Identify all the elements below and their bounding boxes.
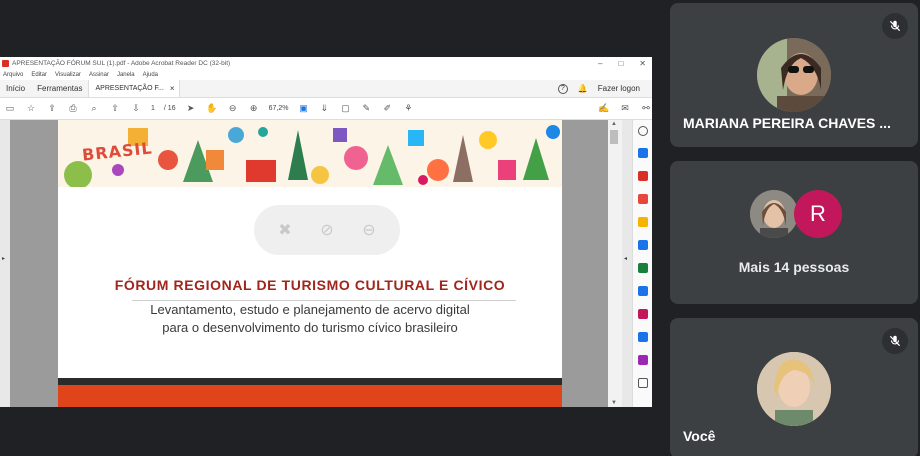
comment-icon[interactable]: ▢ — [339, 103, 351, 115]
tab-tools[interactable]: Ferramentas — [31, 80, 88, 97]
minimize-icon[interactable]: – — [598, 59, 602, 68]
select-cursor-icon[interactable]: ➤ — [185, 103, 197, 115]
mic-off-icon — [889, 335, 901, 347]
mic-off-indicator — [882, 328, 908, 354]
participant-name: Você — [683, 428, 716, 444]
menu-janela[interactable]: Janela — [117, 72, 135, 78]
help-icon[interactable]: ? — [557, 83, 568, 94]
menu-ajuda[interactable]: Ajuda — [143, 72, 158, 78]
menu-assinar[interactable]: Assinar — [89, 72, 109, 78]
mute-presenter-icon[interactable]: ⊘ — [320, 220, 333, 240]
hand-tool-icon[interactable]: ✋ — [206, 103, 218, 115]
login-link[interactable]: Fazer logon — [598, 84, 640, 93]
previous-page-icon[interactable]: ⇧ — [109, 103, 121, 115]
title-divider — [132, 300, 516, 301]
acrobat-icon — [2, 60, 9, 67]
tab-document-label: APRESENTAÇÃO F... — [95, 85, 164, 92]
print-icon[interactable]: ⎙ — [67, 103, 79, 115]
bookmark-star-icon[interactable]: ☆ — [25, 103, 37, 115]
avatar-photo — [757, 38, 831, 112]
avatar — [750, 190, 798, 238]
scroll-mode-icon[interactable]: ⇓ — [318, 103, 330, 115]
pdf-title-bar: APRESENTAÇÃO FÓRUM SUL (1).pdf - Adobe A… — [0, 57, 652, 70]
illustration-banner: BRASIL — [58, 120, 562, 187]
footer-band-orange — [58, 385, 562, 407]
organize-pages-icon[interactable] — [638, 263, 648, 273]
right-panel-toggle[interactable]: ◂ — [622, 120, 632, 407]
document-subtitle-line1: Levantamento, estudo e planejamento de a… — [150, 302, 470, 317]
sign-icon[interactable]: ✍ — [598, 103, 610, 115]
right-tools-pane — [632, 120, 652, 407]
menu-editar[interactable]: Editar — [31, 72, 47, 78]
close-window-icon[interactable]: ✕ — [639, 59, 646, 68]
vertical-scrollbar[interactable]: ▲ ▼ — [608, 120, 622, 407]
remove-icon[interactable]: ⊖ — [362, 220, 375, 240]
tab-bar-right: ? 🔔 Fazer logon — [557, 80, 652, 97]
bell-icon[interactable]: 🔔 — [578, 84, 588, 93]
zoom-in-icon[interactable]: ⊕ — [248, 103, 260, 115]
zoom-search-icon[interactable]: ⌕ — [88, 103, 100, 115]
zoom-level[interactable]: 67,2% — [269, 105, 289, 112]
pdf-tab-bar: Início Ferramentas APRESENTAÇÃO F... × ?… — [0, 80, 652, 98]
pdf-page: BRASIL ✖ ⊘ ⊖ FÓRUM REGIONAL DE TURISMO C… — [58, 120, 562, 407]
fill-sign-icon[interactable] — [638, 309, 648, 319]
document-subtitle-line2: para o desenvolvimento do turismo cívico… — [162, 320, 458, 335]
participant-tile-others[interactable]: R Mais 14 pessoas — [670, 161, 918, 304]
mail-icon[interactable]: ✉ — [619, 103, 631, 115]
scan-ocr-icon[interactable] — [638, 286, 648, 296]
avatar-photo — [750, 190, 798, 238]
participant-tile-mariana[interactable]: MARIANA PEREIRA CHAVES ... — [670, 3, 918, 147]
scroll-up-icon[interactable]: ▲ — [611, 121, 617, 127]
next-page-icon[interactable]: ⇩ — [130, 103, 142, 115]
zoom-out-icon[interactable]: ⊖ — [227, 103, 239, 115]
document-title: FÓRUM REGIONAL DE TURISMO CULTURAL E CÍV… — [114, 277, 506, 293]
stamp-icon[interactable]: ⚘ — [402, 103, 414, 115]
protect-icon[interactable] — [638, 332, 648, 342]
pin-icon[interactable]: ✖ — [278, 220, 291, 240]
window-controls: – □ ✕ — [598, 59, 646, 68]
create-pdf-icon[interactable] — [638, 194, 648, 204]
tab-document[interactable]: APRESENTAÇÃO F... × — [88, 80, 180, 97]
edit-pdf-icon[interactable] — [638, 171, 648, 181]
share-link-icon[interactable]: ⚯ — [640, 103, 652, 115]
menu-arquivo[interactable]: Arquivo — [3, 72, 23, 78]
pdf-toolbar: ▭ ☆ ⇪ ⎙ ⌕ ⇧ ⇩ 1 / 16 ➤ ✋ ⊖ ⊕ 67,2% ▣ ⇓ ▢… — [0, 98, 652, 120]
menu-visualizar[interactable]: Visualizar — [55, 72, 81, 78]
participant-tile-self[interactable]: Você — [670, 318, 918, 456]
fit-page-icon[interactable]: ▣ — [297, 103, 309, 115]
page-total: / 16 — [163, 105, 176, 112]
footer-band-dark — [58, 378, 562, 385]
tab-close-icon[interactable]: × — [170, 84, 175, 93]
scroll-down-icon[interactable]: ▼ — [611, 400, 617, 406]
combine-files-icon[interactable] — [638, 240, 648, 250]
shared-screen: APRESENTAÇÃO FÓRUM SUL (1).pdf - Adobe A… — [0, 57, 652, 407]
more-participants-label: Mais 14 pessoas — [738, 259, 850, 275]
pdf-window-title: APRESENTAÇÃO FÓRUM SUL (1).pdf - Adobe A… — [12, 60, 231, 67]
avatar-photo — [757, 352, 831, 426]
presenter-overlay-controls: ✖ ⊘ ⊖ — [254, 205, 400, 255]
left-panel-toggle[interactable]: ▸ — [0, 120, 10, 407]
scrollbar-thumb[interactable] — [610, 130, 618, 144]
maximize-icon[interactable]: □ — [618, 59, 623, 68]
mic-off-indicator — [882, 13, 908, 39]
comment-tool-icon[interactable] — [638, 217, 648, 227]
tab-home[interactable]: Início — [0, 80, 31, 97]
mic-off-icon — [889, 20, 901, 32]
highlight-pen-icon[interactable]: ✎ — [360, 103, 372, 115]
avatar — [757, 352, 831, 426]
search-tool-icon[interactable] — [638, 126, 648, 136]
page-number-input[interactable]: 1 — [151, 105, 155, 112]
avatar-initial: R — [794, 190, 842, 238]
avatar — [757, 38, 831, 112]
right-chevron-icon: ◂ — [624, 256, 628, 262]
left-chevron-icon: ▸ — [2, 256, 6, 262]
participant-name: MARIANA PEREIRA CHAVES ... — [683, 115, 891, 131]
upload-icon[interactable]: ⇪ — [46, 103, 58, 115]
export-pdf-icon[interactable] — [638, 148, 648, 158]
draw-icon[interactable]: ✐ — [381, 103, 393, 115]
edit-tool-icon[interactable] — [638, 355, 648, 365]
pdf-menu-bar: Arquivo Editar Visualizar Assinar Janela… — [0, 70, 652, 80]
save-icon[interactable]: ▭ — [4, 103, 16, 115]
more-tools-icon[interactable] — [638, 378, 648, 388]
